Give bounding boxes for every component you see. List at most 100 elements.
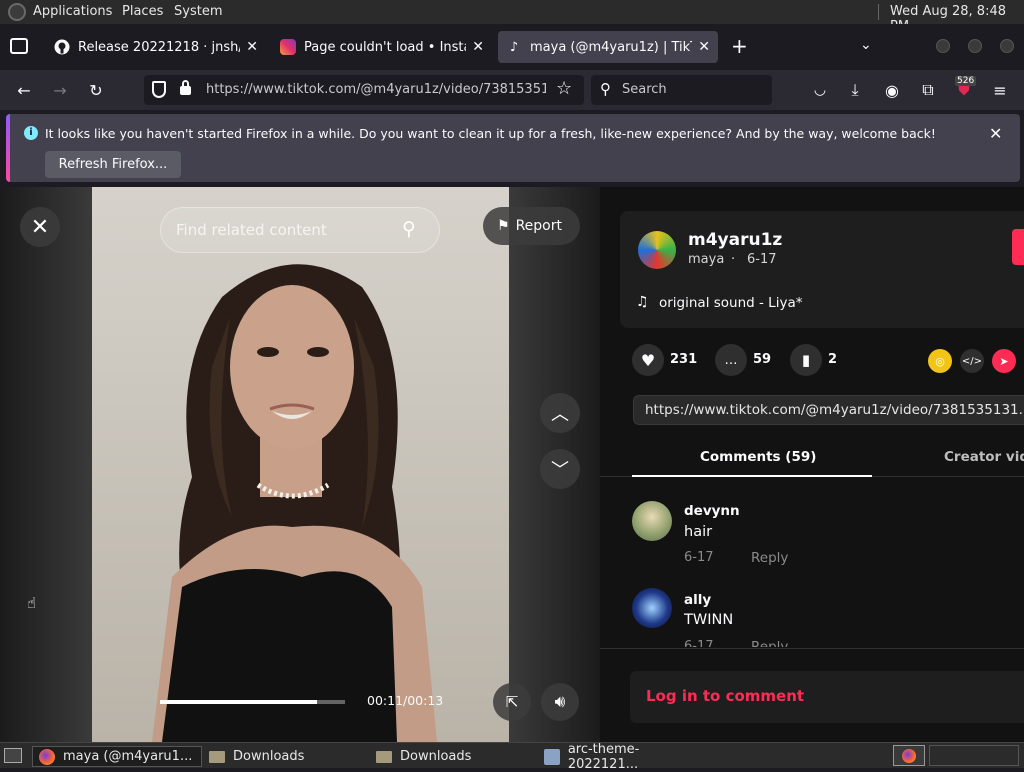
close-window-button[interactable] — [1000, 39, 1014, 53]
related-search-placeholder: Find related content — [176, 221, 327, 239]
tab-comments[interactable]: Comments (59) — [700, 449, 816, 465]
workspace-switcher[interactable] — [893, 745, 925, 766]
author-card: m4yaru1z maya⁣ · 6-17 ♫ original sound -… — [620, 211, 1024, 328]
hamburger-menu-icon[interactable]: ≡ — [988, 78, 1012, 102]
url-bar[interactable]: https://www.tiktok.com/@m4yaru1z/video/7… — [144, 75, 584, 105]
author-nickname: maya⁣ — [688, 252, 725, 267]
volume-icon[interactable]: 🔊︎ — [541, 683, 579, 721]
embed-code-icon[interactable]: </> — [960, 349, 984, 373]
video-frame-image — [152, 264, 437, 742]
back-arrow-icon[interactable]: ← — [12, 78, 36, 102]
shield-icon[interactable] — [152, 81, 166, 98]
maximize-window-button[interactable] — [968, 39, 982, 53]
comment-date: 6-17 — [684, 550, 714, 565]
send-share-icon[interactable]: ➤ — [992, 349, 1016, 373]
tab-instagram[interactable]: Page couldn't load • Instagra ✕ — [272, 31, 492, 63]
firefox-icon — [902, 748, 916, 763]
tab-title: maya⁣ (@m4yaru1z) | TikTo — [530, 39, 693, 55]
new-tab-button[interactable]: + — [731, 34, 748, 58]
tab-tiktok[interactable]: ♪ maya⁣ (@m4yaru1z) | TikTo ✕ — [498, 31, 718, 63]
video-progress-bar[interactable] — [160, 700, 345, 704]
comment-text: TWINN — [684, 612, 734, 628]
video-time: 00:11/00:13 — [367, 693, 444, 708]
close-notification-icon[interactable]: ✕ — [989, 124, 1002, 143]
url-text[interactable]: https://www.tiktok.com/@m4yaru1z/video/7… — [206, 82, 546, 97]
menu-applications[interactable]: Applications — [33, 4, 112, 19]
save-bookmark-icon[interactable]: ▮ — [790, 344, 822, 376]
share-coin-icon[interactable]: ◎ — [928, 349, 952, 373]
avatar[interactable] — [632, 501, 672, 541]
follow-button[interactable] — [1012, 229, 1024, 265]
previous-video-button[interactable]: ︿ — [540, 393, 580, 433]
minimize-window-button[interactable] — [936, 39, 950, 53]
tab-github-release[interactable]: Release 20221218 · jnsh/arc ✕ — [46, 31, 266, 63]
notification-bar: i It looks like you haven't started Fire… — [6, 114, 1020, 182]
search-icon[interactable]: ⚲ — [402, 218, 416, 240]
menu-places[interactable]: Places — [122, 4, 163, 19]
refresh-firefox-button[interactable]: Refresh Firefox... — [45, 151, 181, 178]
folder-icon — [376, 750, 392, 763]
bookmark-star-icon[interactable]: ☆ — [556, 78, 572, 99]
login-to-comment-link[interactable]: Log in to comment — [646, 687, 804, 705]
search-icon: ⚲ — [600, 80, 611, 98]
pocket-icon[interactable]: ◡ — [808, 78, 832, 102]
comment-bubble-icon[interactable]: … — [715, 344, 747, 376]
author-username[interactable]: m4yaru1z — [688, 230, 782, 250]
notification-message: It looks like you haven't started Firefo… — [45, 126, 936, 141]
taskbar-item-downloads-1[interactable]: Downloads — [203, 746, 368, 767]
next-video-button[interactable]: ﹀ — [540, 449, 580, 489]
login-to-comment-box[interactable]: Log in to comment — [630, 671, 1024, 723]
taskbar-item-firefox[interactable]: maya⁣ (@m4yaru1... — [32, 746, 202, 767]
account-icon[interactable]: ◉ — [880, 78, 904, 102]
sound-title[interactable]: original sound - Liya* — [659, 295, 802, 311]
taskbar-label: arc-theme-2022121... — [567, 741, 640, 772]
comment-username[interactable]: ally — [684, 592, 711, 608]
like-heart-icon[interactable]: ♥ — [632, 344, 664, 376]
instagram-icon — [280, 39, 296, 55]
floating-player-icon[interactable]: ⇱ — [493, 683, 531, 721]
extensions-icon[interactable]: ⧉ — [916, 78, 940, 102]
close-video-button[interactable]: ✕ — [20, 207, 60, 247]
comment-username[interactable]: devynn — [684, 503, 740, 519]
search-bar[interactable]: ⚲ Search — [591, 75, 772, 105]
folder-icon — [209, 750, 225, 763]
show-desktop-icon[interactable] — [4, 748, 22, 763]
video-link-box[interactable]: https://www.tiktok.com/@m4yaru1z/video/7… — [633, 395, 1024, 425]
report-label: Report — [515, 218, 562, 234]
like-count: 231 — [670, 352, 698, 367]
related-search-input[interactable]: Find related content ⚲ — [160, 207, 440, 253]
video-link-text[interactable]: https://www.tiktok.com/@m4yaru1z/video/7… — [645, 402, 1024, 418]
reply-button[interactable]: Reply — [751, 550, 788, 566]
list-all-tabs-icon[interactable]: ⌄ — [860, 37, 872, 53]
reload-icon[interactable]: ↻ — [84, 78, 108, 102]
forward-arrow-icon[interactable]: → — [48, 78, 72, 102]
close-tab-icon[interactable]: ✕ — [246, 39, 258, 55]
save-count: 2 — [828, 352, 838, 367]
comment-count: 59 — [753, 352, 772, 367]
reply-button[interactable]: Reply — [751, 639, 788, 647]
comment-date: 6-17 — [684, 639, 714, 647]
tiktok-page: ✕ Find related content ⚲ ⚑ Report ︿ ﹀ 00… — [0, 187, 1024, 742]
tab-title: Page couldn't load • Instagra — [304, 39, 466, 55]
distro-logo-icon[interactable] — [8, 3, 26, 21]
taskbar-item-archive[interactable]: arc-theme-2022121... — [538, 742, 708, 772]
taskbar-item-downloads-2[interactable]: Downloads — [370, 746, 535, 767]
menu-system[interactable]: System — [174, 4, 222, 19]
tiktok-icon: ♪ — [509, 39, 519, 55]
close-tab-icon[interactable]: ✕ — [698, 39, 710, 55]
firefox-view-icon[interactable] — [10, 38, 28, 54]
video-pane: ✕ Find related content ⚲ ⚑ Report ︿ ﹀ 00… — [0, 187, 600, 742]
video-progress-fill — [160, 700, 318, 704]
downloads-icon[interactable]: ⤓ — [843, 78, 867, 102]
video-player[interactable] — [92, 187, 509, 742]
close-tab-icon[interactable]: ✕ — [472, 39, 484, 55]
avatar[interactable] — [632, 588, 672, 628]
archive-icon — [544, 748, 560, 765]
report-button[interactable]: ⚑ Report — [483, 207, 580, 245]
tab-creator-videos[interactable]: Creator vide — [944, 449, 1024, 465]
workspace-empty[interactable] — [929, 745, 1019, 766]
info-icon: i — [24, 126, 38, 140]
avatar[interactable] — [638, 231, 676, 269]
comment-text: hair — [684, 524, 713, 540]
music-note-icon: ♫ — [636, 294, 649, 310]
